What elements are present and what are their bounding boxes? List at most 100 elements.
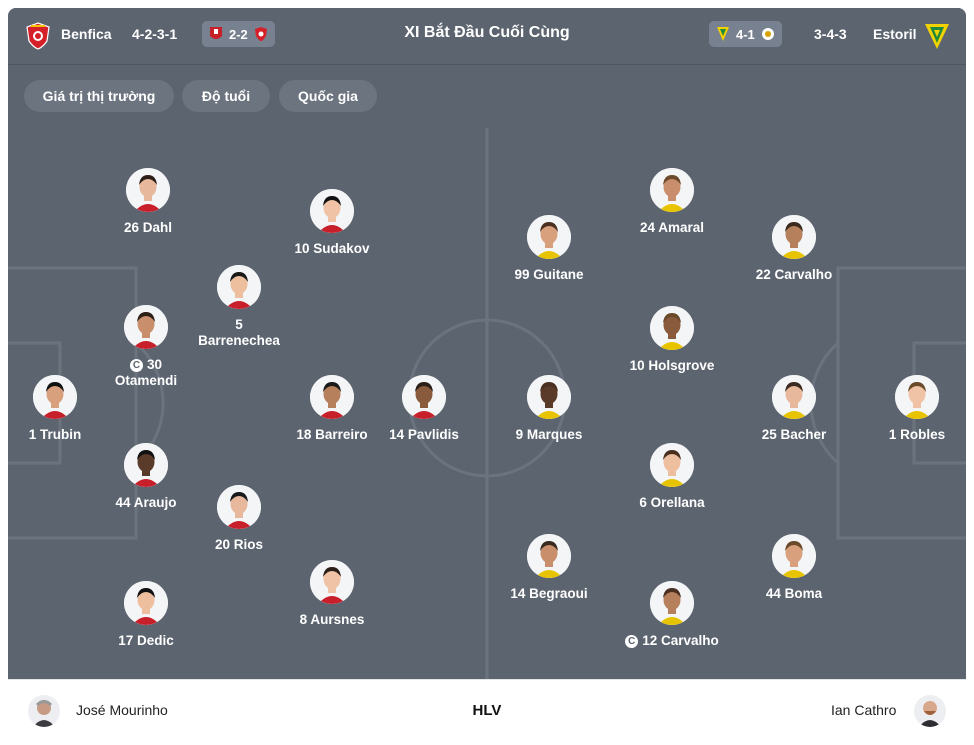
player-label: 25 Bacher (761, 427, 827, 442)
player-label: 44 Araujo (115, 495, 177, 510)
player-avatar[interactable] (895, 375, 939, 419)
player-avatar[interactable] (527, 375, 571, 419)
player-label: 99 Guitane (514, 267, 584, 282)
player-avatar[interactable] (310, 560, 354, 604)
coach-bar: José Mourinho HLV Ian Cathro (8, 679, 966, 741)
player-name[interactable]: 10 Sudakov (272, 241, 392, 257)
player-avatar[interactable] (772, 375, 816, 419)
player-label: 26 Dahl (123, 220, 173, 235)
player-name[interactable]: 9 Marques (489, 427, 609, 443)
player-label: 30 Otamendi (114, 357, 178, 388)
player-name[interactable]: 25 Bacher (734, 427, 854, 443)
player-label: 12 Carvalho (642, 633, 719, 648)
filter-market-value[interactable]: Giá trị thị trường (24, 80, 174, 112)
coach-label: HLV (472, 702, 502, 719)
away-player[interactable]: 99 Guitane (489, 215, 609, 283)
home-player[interactable]: 14 Pavlidis (364, 375, 484, 443)
player-label: 17 Dedic (118, 633, 174, 648)
player-name[interactable]: 99 Guitane (489, 267, 609, 283)
player-label: 10 Holsgrove (629, 358, 715, 373)
player-avatar[interactable] (124, 305, 168, 349)
away-player[interactable]: 25 Bacher (734, 375, 854, 443)
away-coach-avatar[interactable] (914, 695, 946, 727)
away-player[interactable]: C 12 Carvalho (612, 581, 732, 649)
away-score-badge[interactable]: 4-1 (709, 21, 782, 47)
player-name[interactable]: 1 Trubin (8, 427, 115, 443)
player-avatar[interactable] (217, 265, 261, 309)
lineup-header: Benfica 4-2-3-1 2-2 XI Bắt Đầu Cuối Cùng… (8, 8, 966, 65)
player-avatar[interactable] (650, 306, 694, 350)
away-team-name[interactable]: Estoril (873, 26, 917, 42)
filter-age[interactable]: Độ tuổi (182, 80, 270, 112)
player-name[interactable]: C 12 Carvalho (612, 633, 732, 649)
captain-icon: C (625, 635, 639, 648)
away-player[interactable]: 1 Robles (857, 375, 966, 443)
pitch: 26 Dahl 10 Sudakov 5 Barrenechea C 30 Otamend… (8, 128, 966, 679)
player-avatar[interactable] (126, 168, 170, 212)
player-name[interactable]: 17 Dedic (86, 633, 206, 649)
player-avatar[interactable] (527, 215, 571, 259)
home-player[interactable]: 17 Dedic (86, 581, 206, 649)
player-name[interactable]: 14 Begraoui (489, 586, 609, 602)
player-name[interactable]: 10 Holsgrove (612, 358, 732, 374)
player-label: 20 Rios (214, 537, 264, 552)
player-name[interactable]: 6 Orellana (612, 495, 732, 511)
lineup-card: Benfica 4-2-3-1 2-2 XI Bắt Đầu Cuối Cùng… (8, 8, 966, 741)
away-player[interactable]: 14 Begraoui (489, 534, 609, 602)
estoril-crest-icon[interactable] (924, 22, 950, 50)
player-avatar[interactable] (124, 581, 168, 625)
player-label: 1 Robles (888, 427, 946, 442)
away-player[interactable]: 10 Holsgrove (612, 306, 732, 374)
away-player[interactable]: 6 Orellana (612, 443, 732, 511)
player-avatar[interactable] (310, 375, 354, 419)
away-player[interactable]: 22 Carvalho (734, 215, 854, 283)
player-name[interactable]: 14 Pavlidis (364, 427, 484, 443)
player-label: 14 Begraoui (510, 586, 588, 601)
player-avatar[interactable] (650, 581, 694, 625)
player-label: 6 Orellana (639, 495, 705, 510)
player-avatar[interactable] (650, 443, 694, 487)
player-avatar[interactable] (310, 189, 354, 233)
player-label: 18 Barreiro (296, 427, 368, 442)
home-player[interactable]: 1 Trubin (8, 375, 115, 443)
player-name[interactable]: 20 Rios (179, 537, 299, 553)
player-label: 9 Marques (515, 427, 583, 442)
player-avatar[interactable] (527, 534, 571, 578)
player-name[interactable]: 8 Aursnes (272, 612, 392, 628)
player-avatar[interactable] (650, 168, 694, 212)
player-avatar[interactable] (772, 534, 816, 578)
player-label: 14 Pavlidis (389, 427, 459, 442)
home-player[interactable]: 10 Sudakov (272, 189, 392, 257)
player-label: 1 Trubin (28, 427, 82, 442)
player-label: 44 Boma (765, 586, 823, 601)
filter-nationality[interactable]: Quốc gia (279, 80, 377, 112)
estoril-mini-crest-icon (717, 27, 729, 41)
player-label: 8 Aursnes (299, 612, 365, 627)
player-label: 22 Carvalho (755, 267, 833, 282)
away-player[interactable]: 24 Amaral (612, 168, 732, 236)
player-name[interactable]: 26 Dahl (88, 220, 208, 236)
away-coach-name[interactable]: Ian Cathro (831, 702, 896, 718)
home-player[interactable]: 26 Dahl (88, 168, 208, 236)
player-avatar[interactable] (402, 375, 446, 419)
player-name[interactable]: 1 Robles (857, 427, 966, 443)
player-name[interactable]: 24 Amaral (612, 220, 732, 236)
player-avatar[interactable] (33, 375, 77, 419)
captain-icon: C (129, 359, 143, 372)
away-score: 4-1 (736, 26, 755, 42)
away-formation: 3-4-3 (814, 26, 847, 42)
player-label: 10 Sudakov (294, 241, 370, 256)
player-name[interactable]: C 30 Otamendi (106, 357, 186, 389)
player-avatar[interactable] (217, 485, 261, 529)
player-avatar[interactable] (772, 215, 816, 259)
player-avatar[interactable] (124, 443, 168, 487)
player-label: 24 Amaral (639, 220, 705, 235)
home-player[interactable]: 20 Rios (179, 485, 299, 553)
away-player[interactable]: 9 Marques (489, 375, 609, 443)
filter-bar: Giá trị thị trường Độ tuổi Quốc gia (8, 66, 966, 128)
player-name[interactable]: 22 Carvalho (734, 267, 854, 283)
player-name[interactable]: 44 Boma (734, 586, 854, 602)
opponent-mini-crest-icon (761, 28, 774, 40)
home-player[interactable]: 8 Aursnes (272, 560, 392, 628)
away-player[interactable]: 44 Boma (734, 534, 854, 602)
